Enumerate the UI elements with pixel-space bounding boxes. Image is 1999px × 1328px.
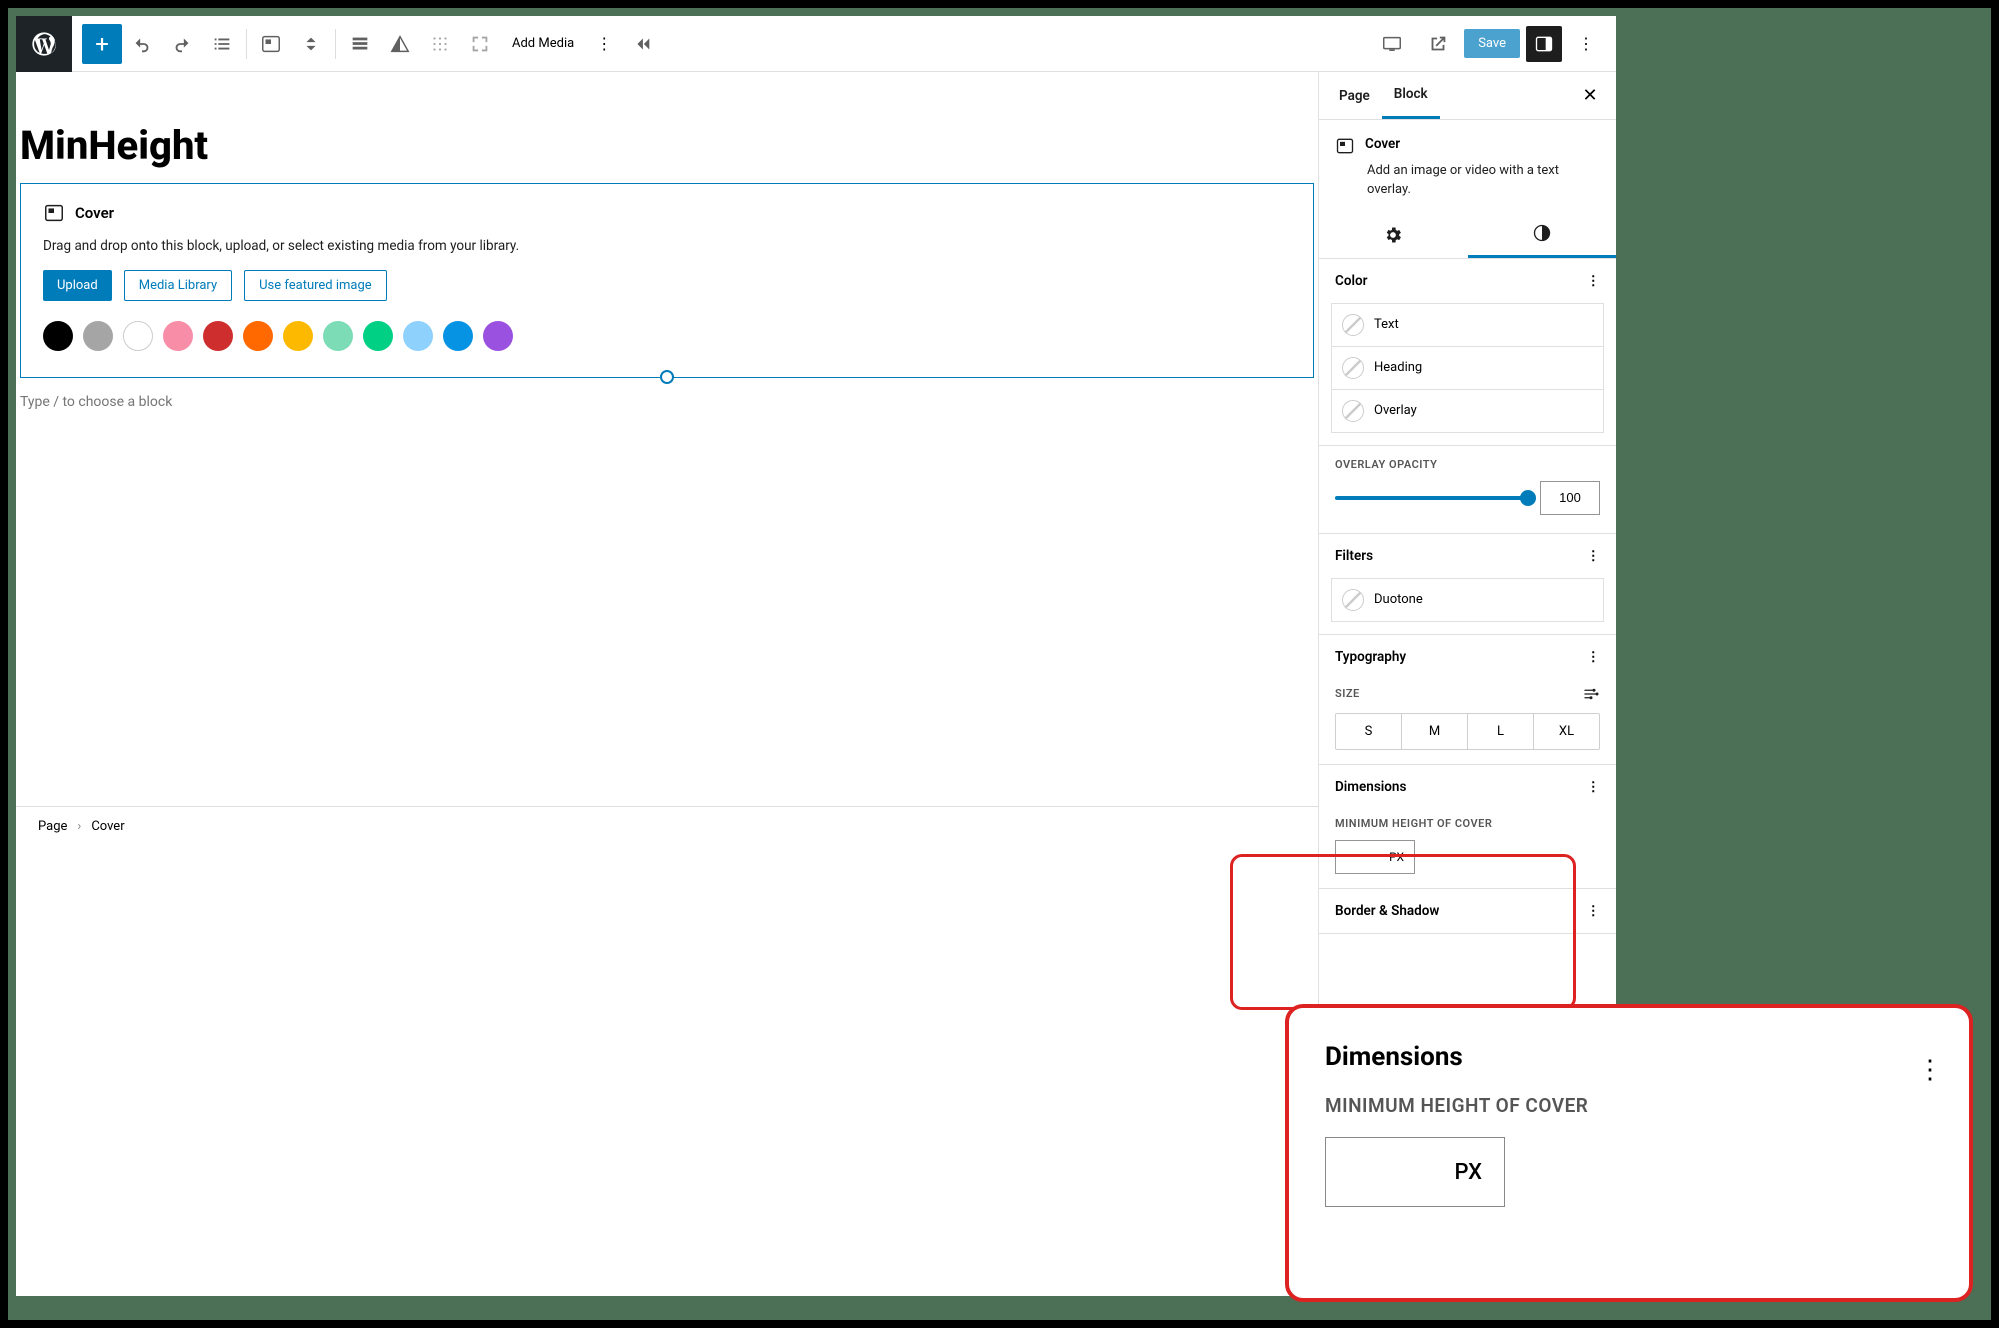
color-overlay[interactable]: Overlay xyxy=(1331,389,1604,433)
color-swatch[interactable] xyxy=(283,321,313,351)
min-height-unit: PX xyxy=(1389,850,1404,864)
dimensions-panel-title: Dimensions xyxy=(1335,779,1406,795)
color-swatch[interactable] xyxy=(483,321,513,351)
color-swatch[interactable] xyxy=(323,321,353,351)
cover-block-label: Cover xyxy=(75,204,114,222)
cover-block-icon[interactable] xyxy=(251,24,291,64)
top-toolbar: + Add Media ⋮ Save ⋮ xyxy=(16,16,1616,72)
filters-panel-title: Filters xyxy=(1335,548,1373,564)
opacity-slider[interactable] xyxy=(1335,496,1528,500)
fullscreen-icon[interactable] xyxy=(460,24,500,64)
editor-canvas: MinHeight Cover Drag and drop onto this … xyxy=(16,72,1318,1296)
color-swatch-row xyxy=(43,321,1291,351)
cover-icon xyxy=(43,202,65,224)
add-block-button[interactable]: + xyxy=(82,24,122,64)
save-button[interactable]: Save xyxy=(1464,29,1520,58)
wordpress-logo[interactable] xyxy=(16,16,72,72)
color-swatch[interactable] xyxy=(83,321,113,351)
size-option[interactable]: S xyxy=(1336,714,1402,749)
filter-duotone[interactable]: Duotone xyxy=(1331,578,1604,622)
move-updown-icon[interactable] xyxy=(291,24,331,64)
cover-block[interactable]: Cover Drag and drop onto this block, upl… xyxy=(20,183,1314,378)
color-text[interactable]: Text xyxy=(1331,303,1604,346)
border-panel-title: Border & Shadow xyxy=(1335,903,1439,919)
callout-minheight-label: MINIMUM HEIGHT OF COVER xyxy=(1325,1094,1933,1117)
size-option[interactable]: XL xyxy=(1534,714,1599,749)
color-overlay-label: Overlay xyxy=(1374,403,1417,418)
duotone-label: Duotone xyxy=(1374,592,1423,607)
undo-icon[interactable] xyxy=(122,24,162,64)
color-swatch[interactable] xyxy=(443,321,473,351)
min-height-label: Minimum height of cover xyxy=(1335,817,1600,830)
tab-block[interactable]: Block xyxy=(1382,72,1440,119)
color-swatch[interactable] xyxy=(203,321,233,351)
media-library-button[interactable]: Media Library xyxy=(124,270,232,301)
desktop-view-icon[interactable] xyxy=(1372,24,1412,64)
top-options-icon[interactable]: ⋮ xyxy=(1568,26,1604,62)
color-text-label: Text xyxy=(1374,317,1399,332)
callout-title: Dimensions xyxy=(1325,1042,1933,1072)
collapse-icon[interactable] xyxy=(622,24,662,64)
color-swatch[interactable] xyxy=(243,321,273,351)
dimensions-panel-menu-icon[interactable]: ⋮ xyxy=(1587,779,1601,795)
breadcrumb-page[interactable]: Page xyxy=(38,819,67,834)
tab-styles-icon[interactable] xyxy=(1468,212,1617,258)
typography-panel-title: Typography xyxy=(1335,649,1406,665)
slider-thumb[interactable] xyxy=(1520,490,1536,506)
size-option[interactable]: M xyxy=(1402,714,1468,749)
cover-block-description: Drag and drop onto this block, upload, o… xyxy=(43,238,1291,254)
chevron-right-icon: › xyxy=(77,819,81,834)
sidebar-block-description: Add an image or video with a text overla… xyxy=(1367,162,1600,200)
close-sidebar-icon[interactable]: ✕ xyxy=(1572,78,1608,114)
color-swatch[interactable] xyxy=(43,321,73,351)
color-panel-menu-icon[interactable]: ⋮ xyxy=(1587,273,1601,289)
color-panel-title: Color xyxy=(1335,273,1367,289)
color-swatch[interactable] xyxy=(123,321,153,351)
color-swatch[interactable] xyxy=(363,321,393,351)
toolbar-more-icon[interactable]: ⋮ xyxy=(586,26,622,62)
add-media-button[interactable]: Add Media xyxy=(500,26,586,62)
filters-panel-menu-icon[interactable]: ⋮ xyxy=(1587,548,1601,564)
typography-panel-menu-icon[interactable]: ⋮ xyxy=(1587,649,1601,665)
use-featured-image-button[interactable]: Use featured image xyxy=(244,270,387,301)
callout-minheight-field[interactable]: PX xyxy=(1325,1137,1505,1207)
page-title[interactable]: MinHeight xyxy=(20,122,1318,169)
size-option[interactable]: L xyxy=(1468,714,1534,749)
block-appender[interactable]: Type / to choose a block xyxy=(20,394,1314,410)
min-height-input[interactable]: PX xyxy=(1335,840,1415,874)
opacity-input[interactable] xyxy=(1540,481,1600,515)
size-label: Size xyxy=(1335,687,1360,700)
color-swatch[interactable] xyxy=(403,321,433,351)
callout-menu-icon[interactable]: ⋮ xyxy=(1917,1048,1943,1092)
breadcrumb: Page › Cover xyxy=(16,806,1318,846)
grid-dotted-icon[interactable] xyxy=(420,24,460,64)
tab-settings-icon[interactable] xyxy=(1319,212,1468,258)
color-heading[interactable]: Heading xyxy=(1331,346,1604,389)
overlay-opacity-label: Overlay opacity xyxy=(1335,458,1600,471)
color-swatch[interactable] xyxy=(163,321,193,351)
tab-page[interactable]: Page xyxy=(1327,74,1382,118)
settings-panel-toggle[interactable] xyxy=(1526,26,1562,62)
external-link-icon[interactable] xyxy=(1418,24,1458,64)
size-segment: SMLXL xyxy=(1335,713,1600,750)
list-view-icon[interactable] xyxy=(202,24,242,64)
resize-handle[interactable] xyxy=(660,370,674,384)
custom-size-icon[interactable] xyxy=(1582,685,1600,703)
border-panel-menu-icon[interactable]: ⋮ xyxy=(1587,903,1601,919)
color-heading-label: Heading xyxy=(1374,360,1422,375)
dimensions-callout: Dimensions MINIMUM HEIGHT OF COVER PX ⋮ xyxy=(1285,1004,1973,1302)
upload-button[interactable]: Upload xyxy=(43,270,112,301)
sidebar-block-name: Cover xyxy=(1365,136,1400,156)
redo-icon[interactable] xyxy=(162,24,202,64)
contrast-triangle-icon[interactable] xyxy=(380,24,420,64)
breadcrumb-block[interactable]: Cover xyxy=(91,819,124,834)
cover-icon xyxy=(1335,136,1355,156)
callout-unit: PX xyxy=(1454,1160,1482,1185)
align-icon[interactable] xyxy=(340,24,380,64)
